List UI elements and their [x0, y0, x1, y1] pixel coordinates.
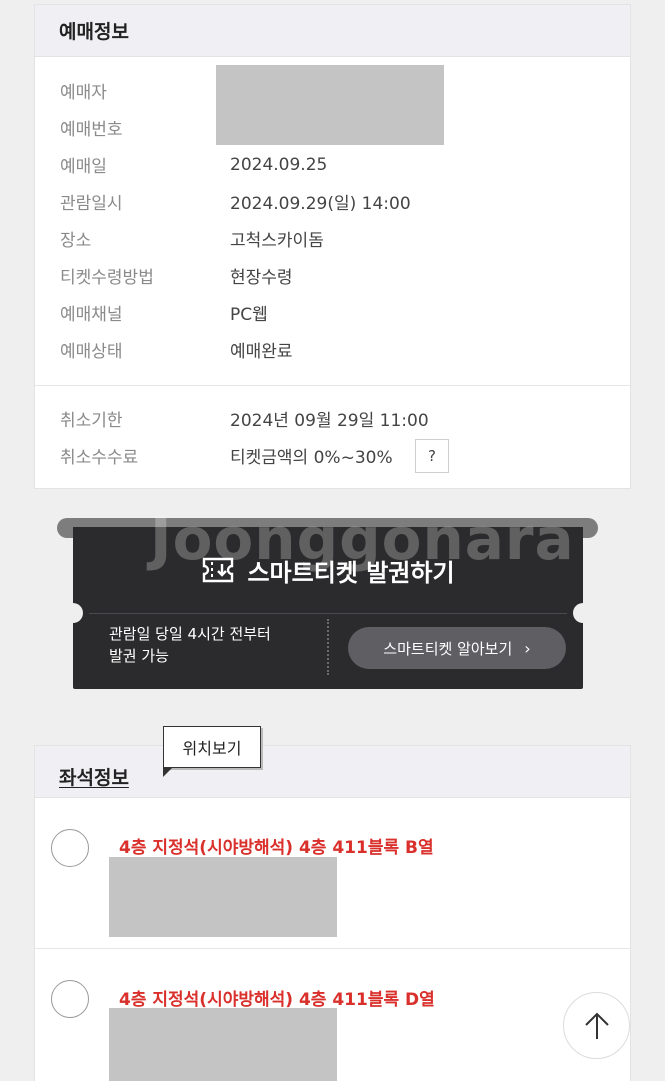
info-key: 예매채널	[60, 305, 123, 325]
info-key: 취소수수료	[60, 448, 139, 468]
seat-name: 4층 지정석(시야방해석) 4층 411블록 B열	[119, 838, 434, 858]
booking-info-title: 예매정보	[35, 5, 630, 57]
ticket-dotted-divider	[327, 619, 329, 675]
info-row-booking-date: 예매일 2024.09.25	[35, 146, 630, 183]
redacted-block	[109, 857, 337, 937]
info-value: 티켓금액의 0%~30%	[230, 448, 393, 468]
info-row-status: 예매상태 예매완료	[35, 331, 630, 368]
seat-list-item[interactable]: 4층 지정석(시야방해석) 4층 411블록 D열	[35, 950, 630, 1081]
info-value: 2024년 09월 29일 11:00	[230, 411, 429, 431]
redacted-block	[216, 65, 444, 145]
info-key: 관람일시	[60, 194, 123, 214]
info-value: PC웹	[230, 305, 268, 325]
redacted-block	[109, 1008, 337, 1081]
info-value: 예매완료	[230, 342, 293, 362]
chevron-right-icon: ›	[524, 638, 531, 658]
info-key: 예매번호	[60, 120, 123, 140]
seat-info-card: 좌석정보 위치보기 4층 지정석(시야방해석) 4층 411블록 B열 4층 지…	[34, 726, 631, 1081]
info-key: 예매일	[60, 157, 107, 177]
location-view-button[interactable]: 위치보기	[163, 726, 261, 768]
watermark-text: Joonggonara	[150, 505, 575, 573]
info-key: 예매자	[60, 83, 107, 103]
smart-ticket-info-label: 스마트티켓 알아보기	[383, 639, 513, 658]
scroll-top-button[interactable]	[563, 992, 630, 1059]
info-row-pickup-method: 티켓수령방법 현장수령	[35, 257, 630, 294]
tooltip-tail	[163, 767, 173, 777]
seat-radio[interactable]	[51, 829, 89, 867]
seat-radio[interactable]	[51, 980, 89, 1018]
smart-ticket-info-button[interactable]: 스마트티켓 알아보기 ›	[348, 627, 566, 669]
info-value: 2024.09.25	[230, 154, 328, 175]
ticket-divider	[89, 613, 567, 614]
info-row-cancel-deadline: 취소기한 2024년 09월 29일 11:00	[35, 400, 630, 437]
seat-list-item[interactable]: 4층 지정석(시야방해석) 4층 411블록 B열	[35, 799, 630, 949]
divider	[35, 948, 630, 949]
seat-info-title: 좌석정보	[59, 767, 129, 789]
info-value: 현장수령	[230, 268, 293, 288]
cancel-fee-help-button[interactable]: ?	[415, 439, 449, 473]
ticket-note-line1: 관람일 당일 4시간 전부터	[109, 625, 271, 643]
info-key: 장소	[60, 231, 92, 251]
divider	[35, 385, 630, 386]
info-key: 예매상태	[60, 342, 123, 362]
info-row-show-datetime: 관람일시 2024.09.29(일) 14:00	[35, 183, 630, 220]
info-row-venue: 장소 고척스카이돔	[35, 220, 630, 257]
ticket-note-line2: 발권 가능	[109, 647, 169, 665]
info-key: 티켓수령방법	[60, 268, 154, 288]
seat-name: 4층 지정석(시야방해석) 4층 411블록 D열	[119, 990, 435, 1010]
ticket-note: 관람일 당일 4시간 전부터 발권 가능	[109, 623, 271, 667]
info-value: 2024.09.29(일) 14:00	[230, 194, 411, 214]
arrow-up-icon	[584, 1012, 609, 1039]
booking-info-card: 예매정보 예매자 예매번호 예매일 2024.09.25 관람일시 2024.0…	[34, 4, 631, 489]
ticket-notch-right	[573, 603, 593, 623]
info-row-cancel-fee: 취소수수료 티켓금액의 0%~30%	[35, 437, 630, 474]
info-row-channel: 예매채널 PC웹	[35, 294, 630, 331]
seat-info-header: 좌석정보	[35, 746, 630, 798]
info-key: 취소기한	[60, 411, 123, 431]
info-value: 고척스카이돔	[230, 231, 324, 251]
ticket-notch-left	[63, 603, 83, 623]
ticket-perforation	[73, 685, 583, 695]
